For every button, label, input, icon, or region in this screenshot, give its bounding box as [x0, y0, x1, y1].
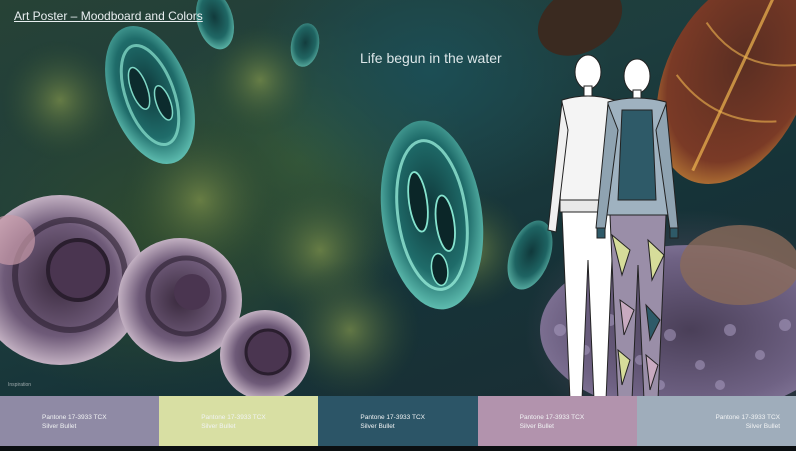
- swatch-label: Pantone 17-3933 TCX Silver Bullet: [520, 413, 585, 431]
- swatch-name: Silver Bullet: [360, 423, 395, 430]
- swatch-pantone: Pantone 17-3933 TCX: [360, 414, 425, 421]
- color-swatch: Pantone 17-3933 TCX Silver Bullet: [318, 396, 478, 446]
- swatch-pantone: Pantone 17-3933 TCX: [42, 414, 107, 421]
- color-palette: Pantone 17-3933 TCX Silver Bullet Panton…: [0, 396, 796, 446]
- moodboard-artwork: Art Poster – Moodboard and Colors Life b…: [0, 0, 796, 396]
- poster-title: Art Poster – Moodboard and Colors: [14, 9, 203, 23]
- image-credit: Inspiration: [8, 382, 32, 388]
- swatch-name: Silver Bullet: [201, 423, 236, 430]
- swatch-label: Pantone 17-3933 TCX Silver Bullet: [42, 413, 107, 431]
- swatch-pantone: Pantone 17-3933 TCX: [201, 414, 266, 421]
- footer-bar: [0, 446, 796, 451]
- color-swatch: Pantone 17-3933 TCX Silver Bullet: [159, 396, 319, 446]
- swatch-label: Pantone 17-3933 TCX Silver Bullet: [201, 413, 266, 431]
- swatch-pantone: Pantone 17-3933 TCX: [715, 414, 781, 421]
- swatch-label: Pantone 17-3933 TCX Silver Bullet: [715, 413, 780, 431]
- poster-subtitle: Life begun in the water: [360, 50, 502, 66]
- swatch-pantone: Pantone 17-3933 TCX: [519, 414, 585, 421]
- swatch-name: Silver Bullet: [519, 423, 554, 430]
- swatch-label: Pantone 17-3933 TCX Silver Bullet: [360, 413, 425, 431]
- color-swatch: Pantone 17-3933 TCX Silver Bullet: [477, 396, 637, 446]
- color-swatch: Pantone 17-3933 TCX Silver Bullet: [636, 396, 796, 446]
- color-swatch: Pantone 17-3933 TCX Silver Bullet: [0, 396, 160, 446]
- swatch-name: Silver Bullet: [42, 423, 77, 430]
- swatch-name: Silver Bullet: [745, 423, 781, 430]
